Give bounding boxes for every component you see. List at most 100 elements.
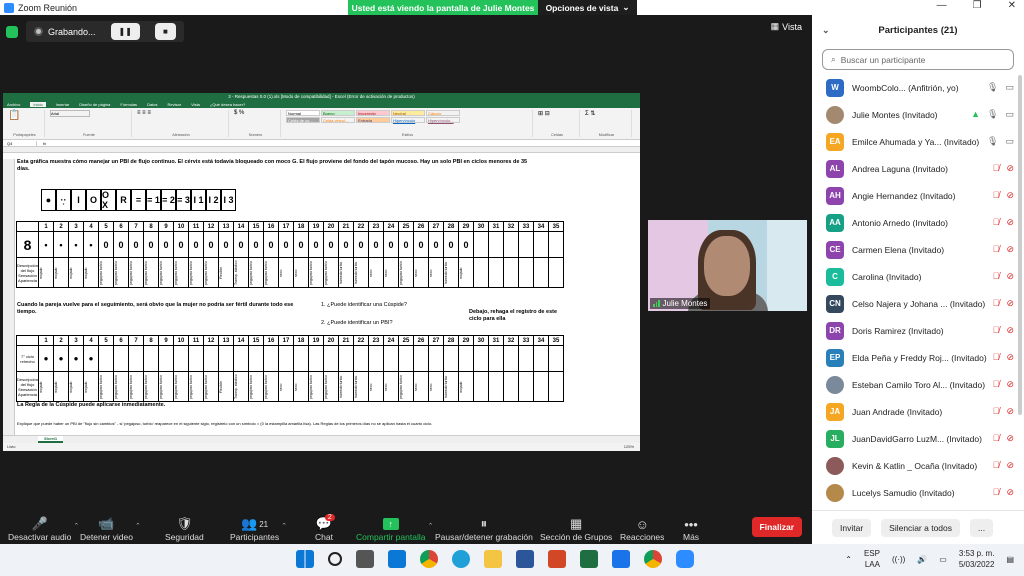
zoom-level[interactable]: 125% [624, 443, 634, 451]
day-description[interactable]: pegajoso turbio [98, 257, 114, 288]
day-description[interactable] [488, 257, 504, 288]
day-description[interactable] [548, 257, 564, 288]
day-mark[interactable] [428, 345, 444, 372]
day-mark[interactable]: 0 [443, 231, 459, 258]
mute-all-button[interactable]: Silenciar a todos [881, 518, 960, 537]
encryption-shield-icon[interactable] [6, 25, 18, 38]
chevron-up-icon[interactable]: ⌃ [281, 522, 287, 530]
day-mark[interactable]: 0 [458, 231, 474, 258]
day-mark[interactable] [98, 345, 114, 372]
day-mark[interactable]: 0 [368, 231, 384, 258]
day-mark[interactable] [308, 345, 324, 372]
day-description[interactable] [488, 371, 504, 402]
day-description[interactable]: pegajoso turbio [158, 257, 174, 288]
day-description[interactable]: seco [383, 371, 399, 402]
excel-tab[interactable]: Datos [147, 102, 157, 107]
day-description[interactable]: mojado [458, 257, 474, 288]
day-description[interactable] [503, 257, 519, 288]
powerpoint-icon[interactable] [548, 550, 566, 568]
day-description[interactable]: seco [413, 371, 429, 402]
day-description[interactable]: seco [428, 257, 444, 288]
day-description[interactable]: pegajoso turbio [188, 257, 204, 288]
day-mark[interactable]: ● [83, 345, 99, 372]
day-mark[interactable]: 0 [428, 231, 444, 258]
day-description[interactable]: pegajoso turbio [263, 371, 279, 402]
day-mark[interactable]: • [68, 231, 84, 258]
participant-row[interactable]: Kevin & Katlin _ Ocaña (Invitado) 🎙̸ ⊘ [812, 452, 1024, 479]
stop-recording-icon[interactable]: ■ [154, 23, 176, 40]
day-mark[interactable]: 0 [308, 231, 324, 258]
style-linked-cell[interactable]: Celda vincul... [321, 117, 355, 123]
chevron-up-icon[interactable]: ⌃ [135, 522, 141, 530]
day-description[interactable]: Flexible [218, 371, 234, 402]
language-indicator[interactable]: ESP LAA [864, 548, 880, 570]
day-mark[interactable]: ● [38, 345, 54, 372]
participant-row[interactable]: C Carolina (Invitado) 🎙̸ ⊘ [812, 263, 1024, 290]
day-description[interactable]: pegajoso turbio [308, 371, 324, 402]
participant-video[interactable]: Julie Montes [648, 220, 807, 311]
align-icon[interactable]: ≡ ≡ ≡ [137, 110, 225, 116]
day-description[interactable]: pegajoso turbio [173, 257, 189, 288]
clock[interactable]: 3:53 p. m. 5/03/2022 [959, 548, 995, 570]
day-description[interactable] [548, 371, 564, 402]
participant-row[interactable]: AH Angie Hernandez (Invitado) 🎙̸ ⊘ [812, 182, 1024, 209]
day-mark[interactable]: 0 [248, 231, 264, 258]
day-mark[interactable] [113, 345, 129, 372]
day-description[interactable] [533, 257, 549, 288]
day-mark[interactable]: 0 [188, 231, 204, 258]
volume-icon[interactable]: 🔊 [917, 555, 927, 564]
minimize-button[interactable]: — [937, 0, 947, 11]
day-mark[interactable]: 0 [143, 231, 159, 258]
day-mark[interactable]: 0 [203, 231, 219, 258]
day-mark[interactable] [458, 345, 474, 372]
pause-recording-icon[interactable]: ❚❚ [110, 23, 140, 40]
participant-row[interactable]: W WoombColo... (Anfitrión, yo) 🎙 ▭ [812, 74, 1024, 101]
windows-start-icon[interactable] [296, 550, 314, 568]
excel-tab[interactable]: Diseño de página [79, 102, 110, 107]
day-description[interactable]: mojado [83, 257, 99, 288]
autosum-icon[interactable]: Σ ⇅ [585, 110, 628, 117]
day-description[interactable]: seco [278, 257, 294, 288]
participant-row[interactable]: EP Elda Peña y Freddy Roj... (Invitado) 🎙̸… [812, 344, 1024, 371]
day-mark[interactable] [203, 345, 219, 372]
day-mark[interactable] [548, 345, 564, 372]
name-box[interactable]: Q4 [7, 140, 37, 146]
day-description[interactable]: mojado [38, 257, 54, 288]
edge-icon[interactable] [452, 550, 470, 568]
maximize-button[interactable]: ❐ [973, 0, 982, 11]
excel-icon[interactable] [580, 550, 598, 568]
security-button[interactable]: 🛡 Seguridad [165, 516, 204, 542]
day-description[interactable]: pegajoso turbio [203, 257, 219, 288]
invite-button[interactable]: Invitar [832, 518, 872, 537]
insert-cells-icon[interactable]: ⊞ ⊟ [538, 110, 576, 117]
day-description[interactable]: seco [413, 257, 429, 288]
day-description[interactable]: húmedo turbio [338, 257, 354, 288]
day-mark[interactable]: • [83, 231, 99, 258]
day-mark[interactable]: • [53, 231, 69, 258]
day-description[interactable]: seco [293, 371, 309, 402]
day-description[interactable]: seco [278, 371, 294, 402]
notifications-icon[interactable]: ▤ [1006, 555, 1014, 564]
stop-video-button[interactable]: 📹 Detener video ⌃ [80, 516, 141, 542]
day-mark[interactable] [488, 345, 504, 372]
participant-row[interactable]: CN Celso Najera y Johana ... (Invitado) 🎙̸… [812, 290, 1024, 317]
participant-row[interactable]: Lucelys Samudio (Invitado) 🎙̸ ⊘ [812, 479, 1024, 506]
battery-icon[interactable]: ▭ [939, 555, 947, 564]
excel-tab[interactable]: Inicio [30, 102, 46, 107]
end-meeting-button[interactable]: Finalizar [751, 517, 802, 537]
view-options-button[interactable]: Opciones de vista ⌄ [538, 0, 637, 15]
task-view-icon[interactable] [356, 550, 374, 568]
participant-row[interactable]: AL Andrea Laguna (Invitado) 🎙̸ ⊘ [812, 155, 1024, 182]
day-mark[interactable] [473, 231, 489, 258]
day-mark[interactable]: 0 [128, 231, 144, 258]
day-mark[interactable]: 0 [398, 231, 414, 258]
style-hyperlink[interactable]: Hipervínculo [391, 117, 425, 123]
day-mark[interactable]: ● [53, 345, 69, 372]
day-description[interactable]: pegajoso turbio [143, 371, 159, 402]
font-name-select[interactable]: Arial [50, 110, 90, 117]
day-mark[interactable] [503, 231, 519, 258]
chevron-up-icon[interactable]: ⌃ [73, 522, 79, 530]
day-mark[interactable] [443, 345, 459, 372]
day-mark[interactable] [488, 231, 504, 258]
excel-tab[interactable]: Insertar [56, 102, 70, 107]
